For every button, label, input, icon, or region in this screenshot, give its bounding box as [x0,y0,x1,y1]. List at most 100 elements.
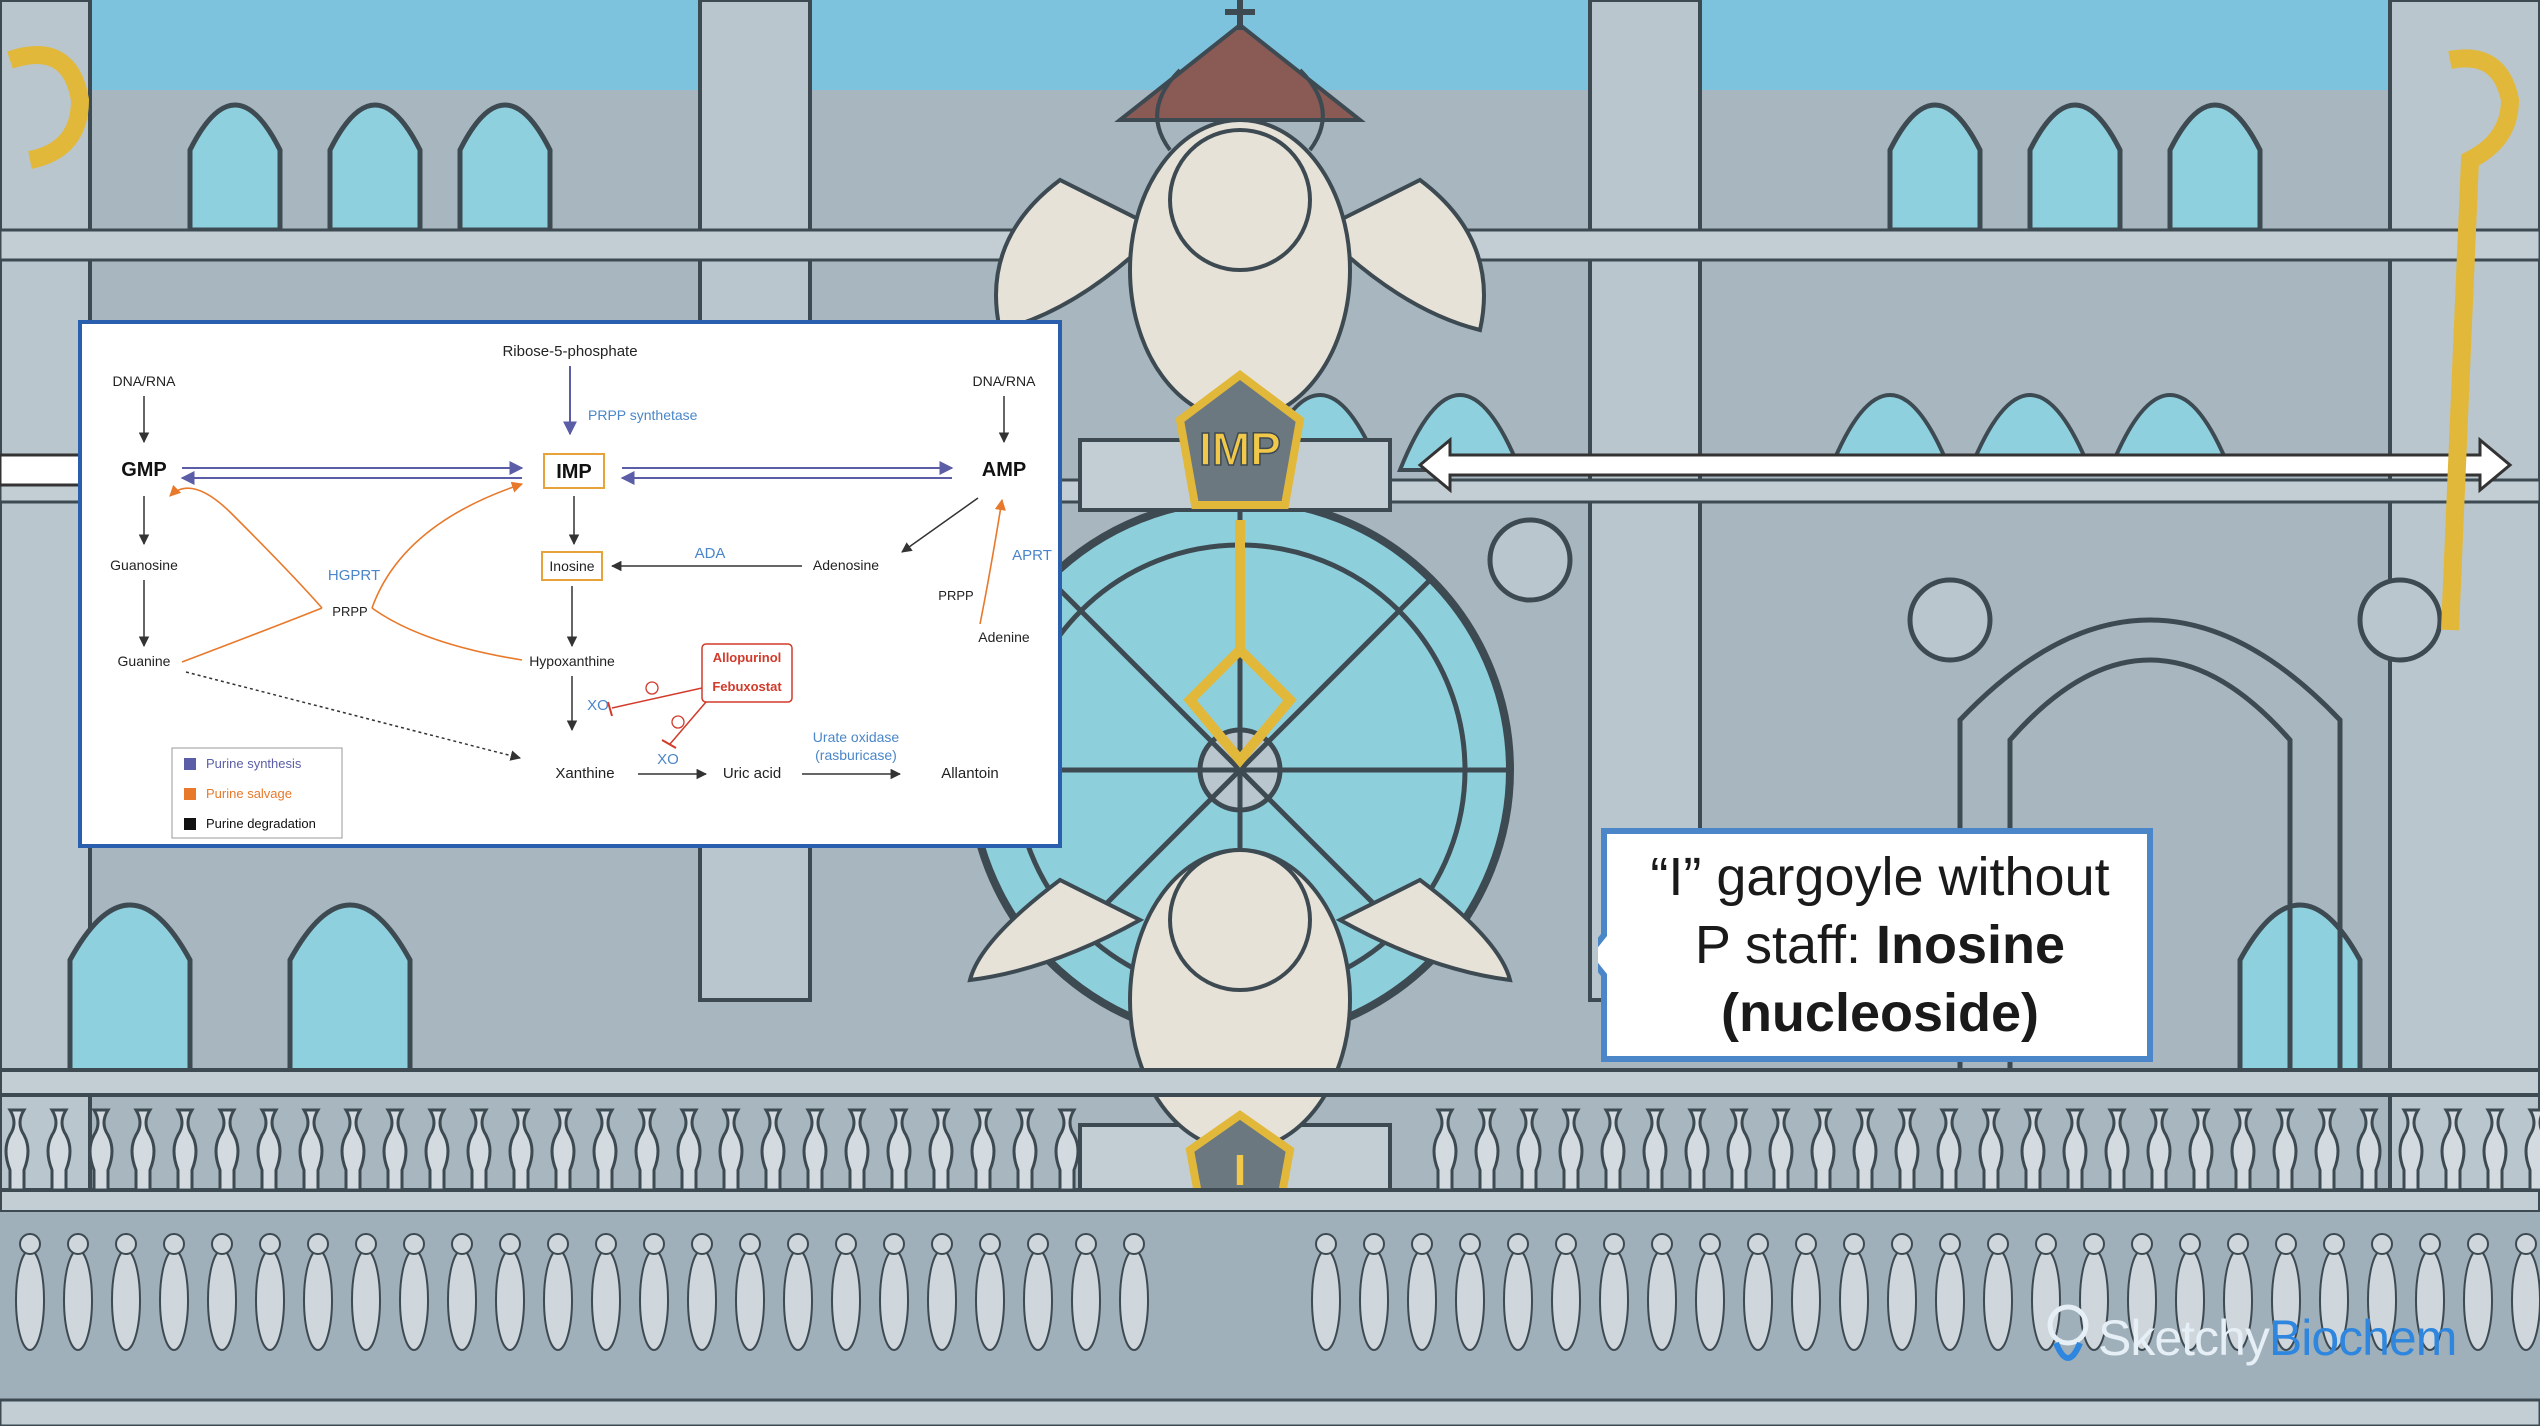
legend-label: Purine synthesis [206,756,302,771]
statue-head [67,1233,89,1255]
statue-head [595,1233,617,1255]
statue-head [2371,1233,2393,1255]
statue-head [835,1233,857,1255]
statue [1935,1249,1965,1351]
inosine-label: Inosine [549,558,594,574]
statue-head [2083,1233,2105,1255]
amp-label: AMP [982,459,1026,481]
febuxostat-label: Febuxostat [712,679,782,694]
statue-head [883,1233,905,1255]
aprt-to-amp-curve [979,498,1006,625]
statue [1119,1249,1149,1351]
statue [1359,1249,1389,1351]
statue-head [1795,1233,1817,1255]
hgprt-to-imp-curve [371,481,524,609]
statue-head [403,1233,425,1255]
inhibit-symbol-1 [645,681,659,695]
statue [543,1249,573,1351]
statue [447,1249,477,1351]
statue-head [355,1233,377,1255]
statue [2463,1249,2493,1351]
ada-label: ADA [695,545,726,562]
statue [975,1249,1005,1351]
imp-plaque-label: IMP [1199,423,1281,475]
statue [303,1249,333,1351]
sketchy-biochem-watermark: SketchyBiochem [2046,1298,2458,1378]
statue [687,1249,717,1351]
statue [639,1249,669,1351]
legend-swatch [184,818,196,830]
allantoin-label: Allantoin [941,765,999,782]
gmp-label: GMP [121,459,167,481]
statue-head [1603,1233,1625,1255]
statue [735,1249,765,1351]
legend-swatch [184,758,196,770]
rasburicase-label: (rasburicase) [815,747,897,763]
statue [1839,1249,1869,1351]
statue [1599,1249,1629,1351]
statue-head [1507,1233,1529,1255]
statue [831,1249,861,1351]
callout-nucleoside: (nucleoside) [1720,983,2040,1043]
statue [1983,1249,2013,1351]
statue-head [451,1233,473,1255]
statue-head [19,1233,41,1255]
statue-head [2419,1233,2441,1255]
inhibit-bar-2 [661,739,677,749]
statue [207,1249,237,1351]
statue [63,1249,93,1351]
statue-head [1363,1233,1385,1255]
guanosine-label: Guanosine [110,557,178,573]
callout-line-3: (nucleoside) [1610,979,2150,1047]
statue-head [2467,1233,2489,1255]
statue-head [739,1233,761,1255]
hgprt-to-gmp-curve [169,484,323,609]
brand-part-2: Biochem [2268,1310,2458,1366]
statue-head [931,1233,953,1255]
statue-head [2515,1233,2537,1255]
brand-part-1: Sketchy [2098,1310,2270,1366]
statue-head [1123,1233,1145,1255]
prpp-synthetase-label: PRPP synthetase [588,407,698,423]
imp-label: IMP [556,461,592,483]
statue-head [307,1233,329,1255]
statue-head [1939,1233,1961,1255]
statue-head [163,1233,185,1255]
statue-head [1075,1233,1097,1255]
statue-head [547,1233,569,1255]
statue [1455,1249,1485,1351]
legend-label: Purine degradation [206,816,316,831]
adenine-label: Adenine [978,629,1030,645]
statue-head [2323,1233,2345,1255]
statue-head [2179,1233,2201,1255]
statue-head [2275,1233,2297,1255]
statue-head [2131,1233,2153,1255]
statue [15,1249,45,1351]
prpp-right-label: PRPP [938,588,973,603]
statue [1887,1249,1917,1351]
statue-head [787,1233,809,1255]
statue-head [1747,1233,1769,1255]
hypoxanthine-to-hgprt-curve [371,607,523,661]
statue-head [1411,1233,1433,1255]
statue [783,1249,813,1351]
statue-head [979,1233,1001,1255]
callout-line-2-normal: P staff: [1694,915,1877,975]
brand-logo-icon [2047,1304,2089,1361]
xo-label-2: XO [657,751,679,768]
statue-head [1891,1233,1913,1255]
statue-head [643,1233,665,1255]
dna-rna-left-label: DNA/RNA [112,373,176,389]
statue [1071,1249,1101,1351]
statue [1791,1249,1821,1351]
statue-head [211,1233,233,1255]
hypoxanthine-label: Hypoxanthine [529,653,615,669]
statue-head [1315,1233,1337,1255]
xo-label-1: XO [587,697,609,714]
statue-head [2035,1233,2057,1255]
statue-head [1555,1233,1577,1255]
i-plaque-label: I [1234,1146,1246,1195]
statue-head [499,1233,521,1255]
adenosine-label: Adenosine [813,557,879,573]
statue [1503,1249,1533,1351]
